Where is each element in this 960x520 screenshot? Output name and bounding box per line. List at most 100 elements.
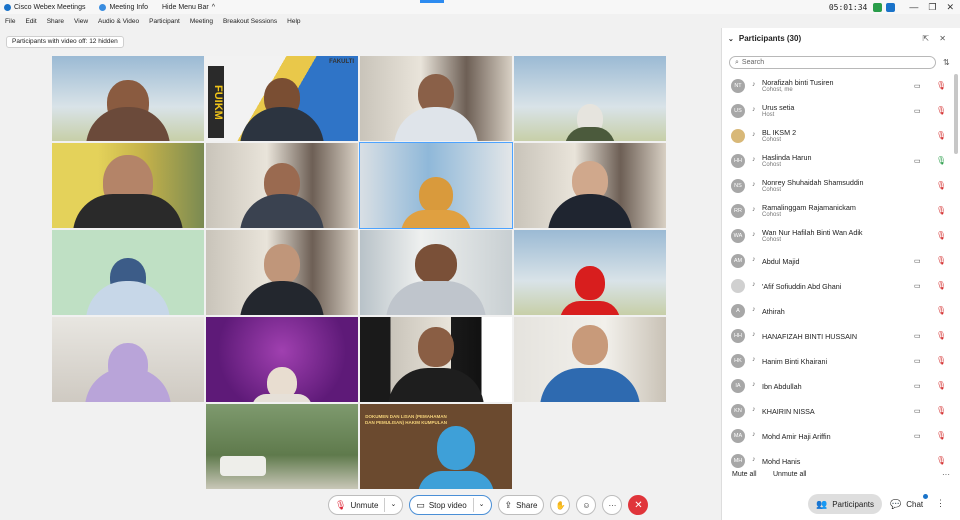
muted-mic-icon[interactable]: 🎙 (936, 381, 946, 390)
video-tile[interactable] (514, 230, 666, 315)
participant-row[interactable]: KN ♪ KHAIRIN NISSA ▭ 🎙 (722, 399, 954, 424)
participant-row[interactable]: ♪ BL IKSM 2 Cohost 🎙 (722, 124, 954, 149)
raise-hand-button[interactable]: ✋ (550, 495, 571, 515)
participant-row[interactable]: RR ♪ Ramalinggam Rajamanickam Cohost 🎙 (722, 199, 954, 224)
menu-breakout-sessions[interactable]: Breakout Sessions (223, 18, 277, 25)
muted-mic-icon[interactable]: 🎙 (936, 181, 946, 190)
stop-video-button[interactable]: ▭ Stop video ⌄ (409, 495, 492, 515)
video-tile[interactable] (206, 317, 358, 402)
close-window-button[interactable]: ✕ (946, 2, 954, 13)
muted-mic-icon[interactable]: 🎙 (936, 106, 946, 115)
audio-options-chevron-icon[interactable]: ⌄ (384, 498, 396, 512)
menu-meeting[interactable]: Meeting (190, 18, 213, 25)
unmute-button[interactable]: 🎙 Unmute ⌄ (328, 495, 404, 515)
pop-out-icon[interactable]: ⇱ (922, 34, 929, 43)
chat-bubble-icon: 💬 (890, 498, 902, 509)
participant-row[interactable]: HH ♪ HANAFIZAH BINTI HUSSAIN ▭ 🎙 (722, 324, 954, 349)
menu-participant[interactable]: Participant (149, 18, 180, 25)
muted-mic-icon[interactable]: 🎙 (936, 131, 946, 140)
hidden-participants-notice[interactable]: Participants with video off: 12 hidden (6, 36, 124, 48)
reactions-button[interactable]: ☺ (576, 495, 597, 515)
sort-icon[interactable]: ⇅ (943, 58, 950, 67)
avatar: NT (731, 79, 745, 93)
participant-row[interactable]: HK ♪ Hanim Binti Khairani ▭ 🎙 (722, 349, 954, 374)
mute-all-button[interactable]: Mute all (732, 471, 757, 478)
participant-row[interactable]: WA ♪ Wan Nur Hafilah Binti Wan Adik Cohost 🎙 (722, 224, 954, 249)
video-tile[interactable] (52, 143, 204, 228)
drag-handle[interactable] (420, 0, 444, 3)
muted-mic-icon[interactable]: 🎙 (936, 206, 946, 215)
menu-share[interactable]: Share (47, 18, 64, 25)
meeting-info-button[interactable]: Meeting Info (99, 3, 148, 11)
video-tile[interactable]: FUIKM FAKULTI (206, 56, 358, 141)
mic-on-icon[interactable]: 🎙 (936, 156, 946, 165)
avatar: A (731, 304, 745, 318)
muted-mic-icon[interactable]: 🎙 (936, 281, 946, 290)
participants-tab[interactable]: 👥 Participants (808, 494, 883, 514)
muted-mic-icon[interactable]: 🎙 (936, 456, 946, 465)
video-tile[interactable] (206, 143, 358, 228)
menu-view[interactable]: View (74, 18, 88, 25)
participant-row[interactable]: HH ♪ Haslinda Harun Cohost ▭ 🎙 (722, 149, 954, 174)
participant-role: Cohost (762, 187, 782, 193)
video-tile[interactable] (360, 56, 512, 141)
video-tile[interactable] (360, 317, 512, 402)
video-tile[interactable]: DOKUMEN DAN LISAN (PEMAHAMAN DAN PEMULIS… (360, 404, 512, 489)
menu-file[interactable]: File (5, 18, 15, 25)
fakulti-banner: FAKULTI (329, 59, 354, 65)
video-tile[interactable] (52, 230, 204, 315)
participant-row[interactable]: IA ♪ Ibn Abdullah ▭ 🎙 (722, 374, 954, 399)
menu-audio-video[interactable]: Audio & Video (98, 18, 139, 25)
avatar: AM (731, 254, 745, 268)
video-camera-icon: ▭ (914, 158, 921, 165)
more-options-button[interactable]: ··· (602, 495, 623, 515)
video-tile[interactable] (206, 404, 358, 489)
muted-mic-icon[interactable]: 🎙 (936, 256, 946, 265)
video-options-chevron-icon[interactable]: ⌄ (472, 498, 485, 512)
close-panel-icon[interactable]: ✕ (939, 34, 946, 43)
muted-mic-icon[interactable]: 🎙 (936, 81, 946, 90)
panel-header[interactable]: ⌄ Participants (30) (728, 34, 801, 43)
video-tile[interactable] (514, 143, 666, 228)
video-tile[interactable] (206, 230, 358, 315)
participant-row[interactable]: A ♪ Athirah 🎙 (722, 299, 954, 324)
video-tile[interactable] (514, 56, 666, 141)
participant-name: Nonrey Shuhaidah Shamsuddin (762, 178, 864, 187)
muted-mic-icon[interactable]: 🎙 (936, 431, 946, 440)
muted-mic-icon[interactable]: 🎙 (936, 331, 946, 340)
collapse-chevron-icon[interactable]: ⌄ (728, 35, 734, 43)
participant-row[interactable]: NT ♪ Norafizah binti Tusiren Cohost, me ▭ 🎙 (722, 74, 954, 99)
muted-mic-icon[interactable]: 🎙 (936, 406, 946, 415)
unmute-all-button[interactable]: Unmute all (773, 471, 806, 478)
participant-name: Ramalinggam Rajamanickam (762, 203, 856, 212)
end-meeting-button[interactable]: ✕ (628, 495, 649, 515)
muted-mic-icon[interactable]: 🎙 (936, 231, 946, 240)
participant-row[interactable]: US ♪ Urus setia Host ▭ 🎙 (722, 99, 954, 124)
muted-mic-icon[interactable]: 🎙 (936, 306, 946, 315)
participant-row[interactable]: AM ♪ Abdul Majid ▭ 🎙 (722, 249, 954, 274)
restore-button[interactable]: ❐ (928, 2, 936, 13)
menu-help[interactable]: Help (287, 18, 300, 25)
video-camera-icon: ▭ (914, 258, 921, 265)
muted-mic-icon[interactable]: 🎙 (936, 356, 946, 365)
minimize-button[interactable]: — (909, 2, 918, 12)
participant-row[interactable]: NS ♪ Nonrey Shuhaidah Shamsuddin Cohost 🎙 (722, 174, 954, 199)
participant-row[interactable]: MA ♪ Mohd Amir Haji Ariffin ▭ 🎙 (722, 424, 954, 449)
video-tile[interactable] (514, 317, 666, 402)
menu-edit[interactable]: Edit (25, 18, 36, 25)
scrollbar[interactable] (954, 74, 958, 154)
participant-row[interactable]: ♪ 'Afif Sofiuddin Abd Ghani ▭ 🎙 (722, 274, 954, 299)
audio-connected-icon: ♪ (752, 281, 756, 288)
unmute-label: Unmute (350, 500, 379, 510)
more-panels-icon[interactable]: ⋮ (936, 498, 945, 509)
app-title: Cisco Webex Meetings (4, 3, 85, 11)
recording-status-icon (873, 2, 883, 12)
video-tile[interactable] (360, 230, 512, 315)
panel-more-icon[interactable]: ··· (942, 470, 950, 479)
hide-menu-bar-button[interactable]: Hide Menu Bar ^ (162, 4, 215, 11)
active-speaker-tile[interactable] (359, 142, 513, 229)
video-tile[interactable] (52, 56, 204, 141)
participant-search-input[interactable]: ⌕ Search (729, 56, 936, 69)
video-tile[interactable] (52, 317, 204, 402)
share-button[interactable]: ⇪ Share (497, 495, 545, 515)
